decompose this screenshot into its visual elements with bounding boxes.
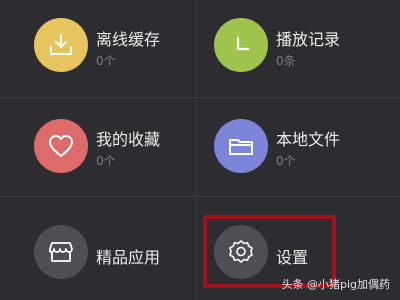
menu-item-favorites[interactable]: 我的收藏 0个 — [0, 98, 196, 194]
download-icon — [34, 18, 88, 72]
clock-icon — [214, 18, 268, 72]
menu-item-play-history[interactable]: 播放记录 0条 — [197, 0, 393, 96]
menu-item-count: 0条 — [276, 54, 296, 68]
menu-item-local-files[interactable]: 本地文件 0个 — [197, 98, 393, 194]
menu-item-label: 我的收藏 — [96, 130, 161, 149]
heart-icon — [34, 119, 88, 173]
store-icon — [34, 225, 88, 279]
menu-item-label: 播放记录 — [276, 30, 341, 49]
folder-icon — [214, 119, 268, 173]
watermark: 头条 @小猪pig加偶药 — [281, 278, 390, 291]
menu-item-app-store[interactable]: 精品应用 — [0, 197, 196, 293]
app-menu-screen: 离线缓存 0个 播放记录 0条 我的收藏 0个 本地文件 0个 精品应用 设置 … — [0, 0, 400, 300]
menu-item-label: 离线缓存 — [96, 30, 161, 49]
menu-item-offline-cache[interactable]: 离线缓存 0个 — [0, 0, 196, 96]
menu-item-count: 0个 — [96, 154, 116, 168]
gear-icon — [214, 225, 268, 279]
menu-item-label: 本地文件 — [276, 130, 341, 149]
menu-item-label: 设置 — [276, 248, 309, 267]
menu-item-count: 0个 — [276, 154, 296, 168]
menu-item-count: 0个 — [96, 54, 116, 68]
menu-item-label: 精品应用 — [96, 248, 161, 267]
